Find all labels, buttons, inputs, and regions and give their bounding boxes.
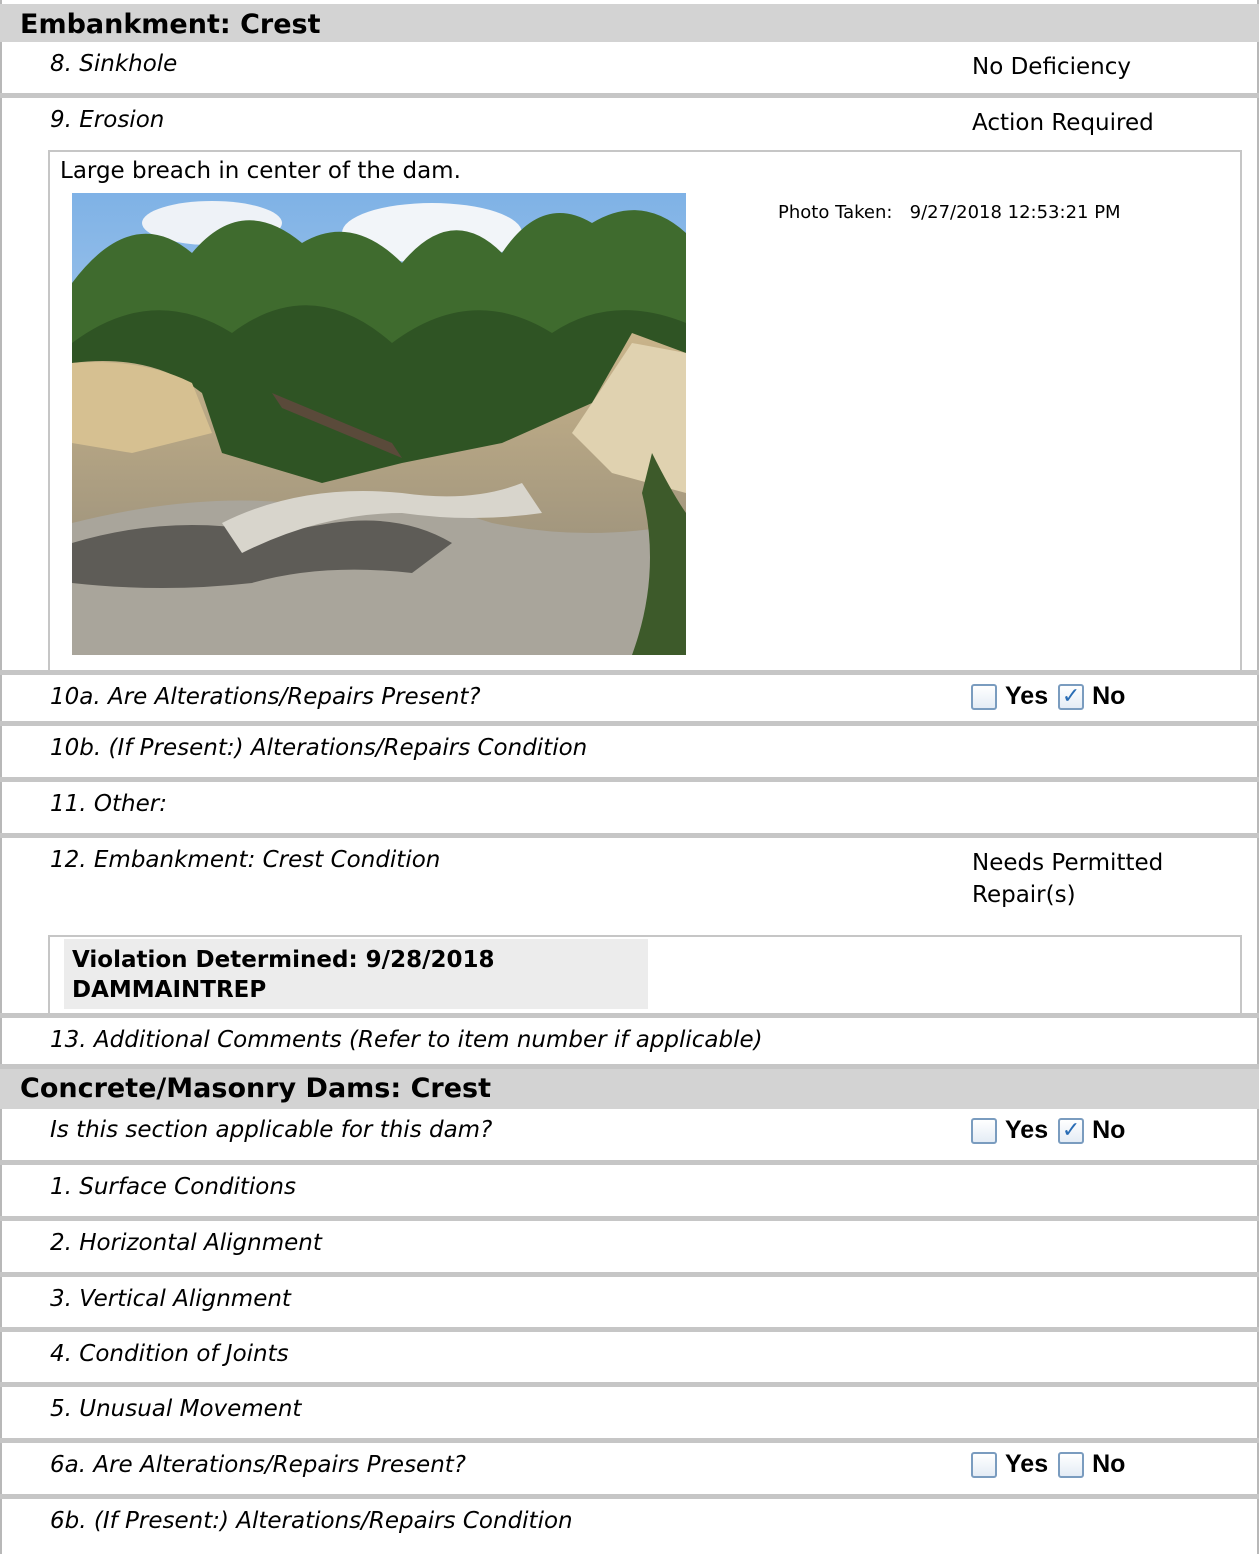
row-condition-of-joints: 4. Condition of Joints xyxy=(0,1332,1259,1387)
row-unusual-movement: 5. Unusual Movement xyxy=(0,1387,1259,1443)
yes-label: Yes xyxy=(1005,1116,1049,1144)
row-sinkhole: 8. Sinkhole No Deficiency xyxy=(0,42,1259,98)
row-label: 10a. Are Alterations/Repairs Present? xyxy=(50,684,481,710)
row-label: 13. Additional Comments (Refer to item n… xyxy=(50,1027,763,1053)
erosion-photo[interactable] xyxy=(72,193,686,655)
violation-determined: Violation Determined: 9/28/2018 xyxy=(72,947,495,973)
row-value: Needs Permitted Repair(s) xyxy=(972,847,1163,911)
yes-label: Yes xyxy=(1005,1450,1049,1478)
row-label: 9. Erosion xyxy=(50,107,165,133)
row-label: 1. Surface Conditions xyxy=(50,1174,296,1200)
yes-no-group: Yes ✓ No xyxy=(971,682,1135,711)
photo-taken-date: 9/27/2018 12:53:21 PM xyxy=(909,202,1121,223)
section-header-embankment-crest: Embankment: Crest xyxy=(0,4,1259,42)
row-other-11: 11. Other: xyxy=(0,782,1259,838)
yes-checkbox[interactable] xyxy=(971,1117,997,1144)
row-label: 6a. Are Alterations/Repairs Present? xyxy=(50,1452,467,1478)
row-label: 4. Condition of Joints xyxy=(50,1341,289,1367)
row-label: 8. Sinkhole xyxy=(50,51,178,77)
yes-checkbox[interactable] xyxy=(971,683,997,710)
row-label: 12. Embankment: Crest Condition xyxy=(50,847,441,873)
erosion-comment-box: Large breach in center of the dam. Photo… xyxy=(48,150,1242,670)
no-checkbox[interactable]: ✓ xyxy=(1058,1117,1085,1144)
row-value: Action Required xyxy=(972,110,1154,136)
yes-checkbox[interactable] xyxy=(971,1451,997,1478)
row-label: 11. Other: xyxy=(50,791,167,817)
section-header-concrete-crest: Concrete/Masonry Dams: Crest xyxy=(0,1069,1259,1109)
photo-taken-caption: Photo Taken: 9/27/2018 12:53:21 PM xyxy=(778,202,1121,223)
row-alterations-6b: 6b. (If Present:) Alterations/Repairs Co… xyxy=(0,1499,1259,1554)
yes-no-group: Yes No xyxy=(971,1450,1135,1479)
row-alterations-10b: 10b. (If Present:) Alterations/Repairs C… xyxy=(0,726,1259,782)
value-line-1: Needs Permitted xyxy=(972,850,1164,876)
row-label: 10b. (If Present:) Alterations/Repairs C… xyxy=(50,735,588,761)
row-vertical-alignment: 3. Vertical Alignment xyxy=(0,1277,1259,1332)
violation-code: DAMMAINTREP xyxy=(72,977,267,1003)
row-horizontal-alignment: 2. Horizontal Alignment xyxy=(0,1221,1259,1277)
row-section-applicable: Is this section applicable for this dam?… xyxy=(0,1109,1259,1165)
yes-no-group: Yes ✓ No xyxy=(971,1116,1135,1145)
row-additional-comments-13: 13. Additional Comments (Refer to item n… xyxy=(0,1013,1259,1069)
yes-label: Yes xyxy=(1005,682,1049,710)
value-line-2: Repair(s) xyxy=(972,882,1076,908)
row-alterations-10a: 10a. Are Alterations/Repairs Present? Ye… xyxy=(0,670,1259,726)
no-label: No xyxy=(1092,682,1126,710)
violation-box: Violation Determined: 9/28/2018 DAMMAINT… xyxy=(48,935,1242,1013)
row-label: 5. Unusual Movement xyxy=(50,1396,302,1422)
inspection-report-page: Embankment: Crest 8. Sinkhole No Deficie… xyxy=(0,0,1259,1554)
no-checkbox[interactable] xyxy=(1058,1451,1085,1478)
row-label: 3. Vertical Alignment xyxy=(50,1286,291,1312)
no-label: No xyxy=(1092,1450,1126,1478)
no-label: No xyxy=(1092,1116,1126,1144)
comment-text: Large breach in center of the dam. xyxy=(60,158,461,184)
row-surface-conditions: 1. Surface Conditions xyxy=(0,1165,1259,1221)
photo-taken-label: Photo Taken: xyxy=(778,202,893,223)
no-checkbox[interactable]: ✓ xyxy=(1058,683,1085,710)
violation-info: Violation Determined: 9/28/2018 DAMMAINT… xyxy=(64,939,648,1009)
row-label: 6b. (If Present:) Alterations/Repairs Co… xyxy=(50,1508,573,1534)
row-label: 2. Horizontal Alignment xyxy=(50,1230,322,1256)
dam-breach-photo-icon xyxy=(72,193,686,655)
row-value: No Deficiency xyxy=(972,54,1131,80)
row-alterations-6a: 6a. Are Alterations/Repairs Present? Yes… xyxy=(0,1443,1259,1499)
row-label: Is this section applicable for this dam? xyxy=(50,1117,493,1143)
